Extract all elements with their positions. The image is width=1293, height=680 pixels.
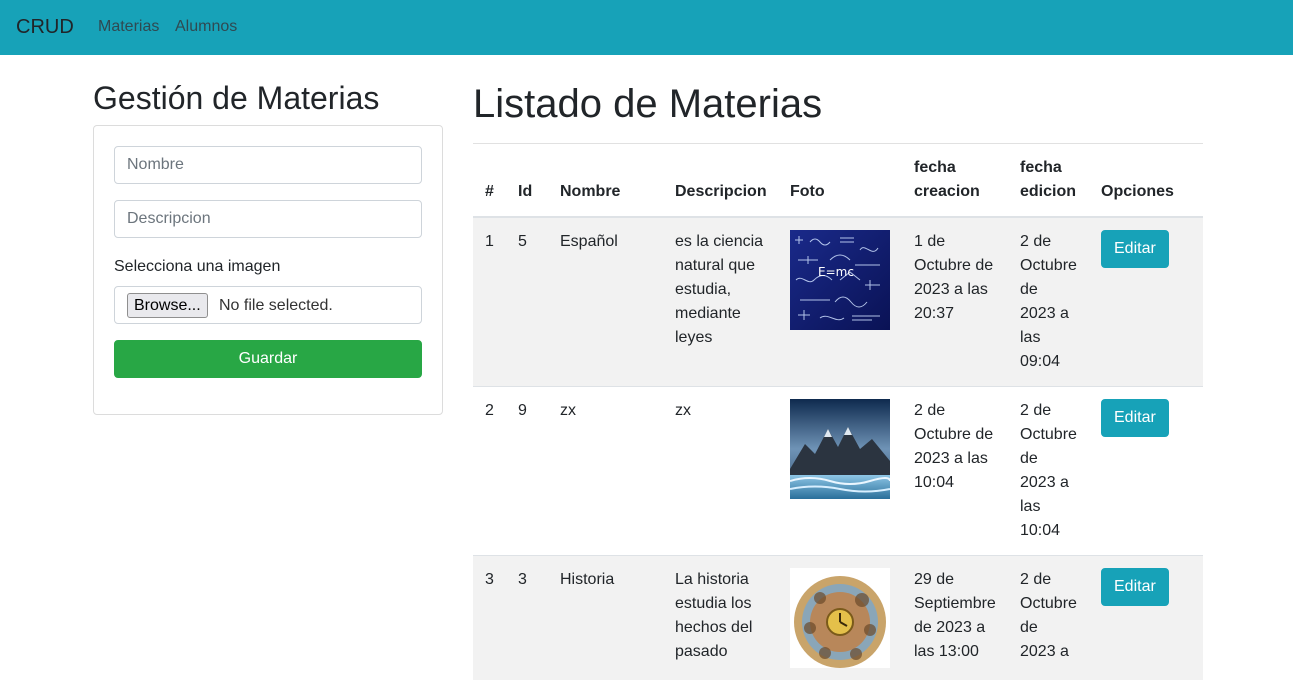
- row-opciones: Editar: [1089, 217, 1203, 387]
- row-fecha-creacion: 29 de Septiembre de 2023 a las 13:00: [902, 556, 1008, 680]
- row-id: 5: [506, 217, 548, 387]
- row-fecha-edicion: 2 de Octubre de 2023 a las 09:04: [1008, 217, 1089, 387]
- row-descripcion: zx: [663, 387, 778, 556]
- navbar-brand[interactable]: CRUD: [16, 15, 74, 39]
- row-opciones: Editar: [1089, 387, 1203, 556]
- browse-button[interactable]: Browse...: [127, 293, 208, 318]
- header-fecha-edicion: fecha edicion: [1008, 144, 1089, 217]
- file-input[interactable]: Browse... No file selected.: [114, 286, 422, 324]
- history-clock-illustration: [790, 568, 890, 668]
- row-descripcion: La historia estudia los hechos del pasad…: [663, 556, 778, 680]
- image-label: Selecciona una imagen: [114, 257, 280, 277]
- header-foto: Foto: [778, 144, 902, 217]
- row-opciones: Editar: [1089, 556, 1203, 680]
- nav-link-materias[interactable]: Materias: [98, 17, 159, 37]
- row-nombre: zx: [548, 387, 663, 556]
- table-row: 1 5 Español es la ciencia natural que es…: [473, 217, 1203, 387]
- header-fecha-creacion: fecha creacion: [902, 144, 1008, 217]
- header-descripcion: Descripcion: [663, 144, 778, 217]
- row-foto: [778, 387, 902, 556]
- row-fecha-creacion: 2 de Octubre de 2023 a las 10:04: [902, 387, 1008, 556]
- row-fecha-creacion: 1 de Octubre de 2023 a las 20:37: [902, 217, 1008, 387]
- table-row: 2 9 zx zx: [473, 387, 1203, 556]
- descripcion-input[interactable]: [114, 200, 422, 238]
- row-id: 9: [506, 387, 548, 556]
- materias-table: # Id Nombre Descripcion Foto fecha creac…: [473, 144, 1203, 680]
- row-num: 2: [473, 387, 506, 556]
- mountain-river-image: [790, 399, 890, 499]
- row-descripcion: es la ciencia natural que estudia, media…: [663, 217, 778, 387]
- formulas-blackboard-image: E=mc: [790, 230, 890, 330]
- table-header-row: # Id Nombre Descripcion Foto fecha creac…: [473, 144, 1203, 217]
- nombre-input[interactable]: [114, 146, 422, 184]
- row-fecha-edicion: 2 de Octubre de 2023 a: [1008, 556, 1089, 680]
- edit-button[interactable]: Editar: [1101, 399, 1169, 437]
- header-num: #: [473, 144, 506, 217]
- file-status: No file selected.: [219, 296, 333, 316]
- materia-form-card: Selecciona una imagen Browse... No file …: [93, 125, 443, 415]
- row-id: 3: [506, 556, 548, 680]
- row-num: 3: [473, 556, 506, 680]
- table-row: 3 3 Historia La historia estudia los hec…: [473, 556, 1203, 680]
- list-title: Listado de Materias: [473, 80, 822, 128]
- row-num: 1: [473, 217, 506, 387]
- svg-text:E=mc: E=mc: [818, 265, 854, 279]
- edit-button[interactable]: Editar: [1101, 568, 1169, 606]
- save-button[interactable]: Guardar: [114, 340, 422, 378]
- header-id: Id: [506, 144, 548, 217]
- row-nombre: Español: [548, 217, 663, 387]
- row-nombre: Historia: [548, 556, 663, 680]
- header-nombre: Nombre: [548, 144, 663, 217]
- row-foto: [778, 556, 902, 680]
- edit-button[interactable]: Editar: [1101, 230, 1169, 268]
- row-foto: E=mc: [778, 217, 902, 387]
- materias-table-wrap: # Id Nombre Descripcion Foto fecha creac…: [473, 144, 1203, 680]
- form-title: Gestión de Materias: [93, 79, 379, 117]
- navbar: CRUD Materias Alumnos: [0, 0, 1293, 55]
- header-opciones: Opciones: [1089, 144, 1203, 217]
- nav-link-alumnos[interactable]: Alumnos: [175, 17, 237, 37]
- row-fecha-edicion: 2 de Octubre de 2023 a las 10:04: [1008, 387, 1089, 556]
